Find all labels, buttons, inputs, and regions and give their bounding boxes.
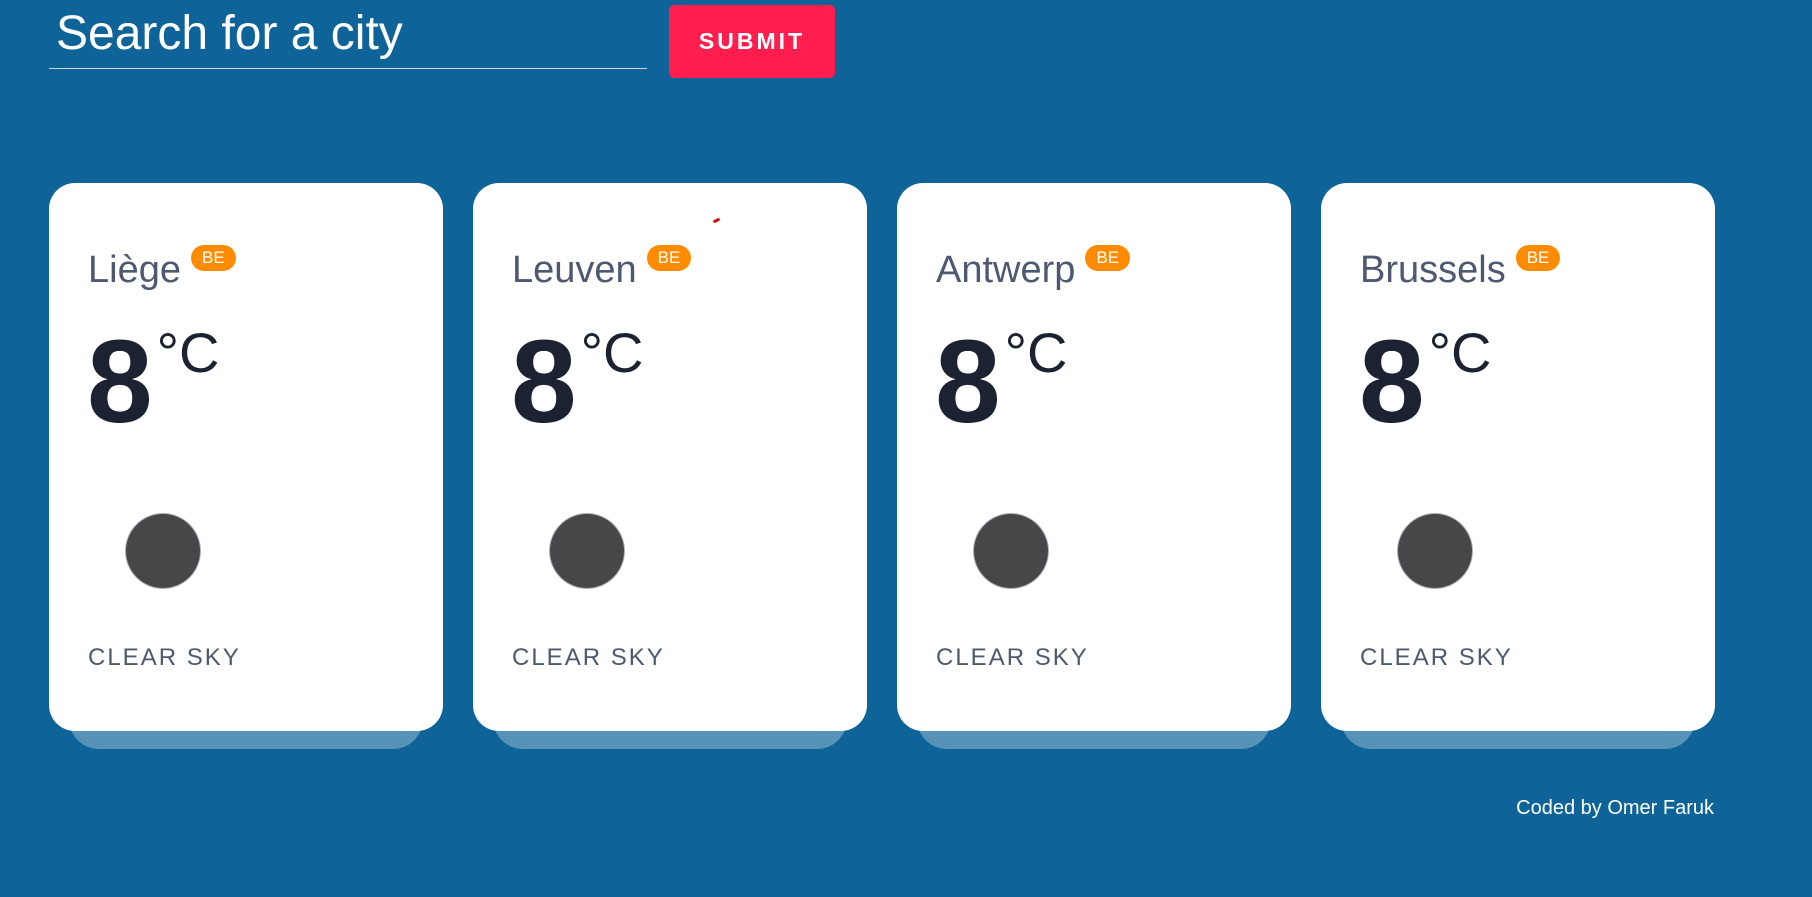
country-badge: BE [646, 245, 692, 271]
submit-button[interactable]: SUBMIT [669, 5, 835, 78]
country-badge: BE [1515, 245, 1561, 271]
temperature-value: 8 [1359, 316, 1425, 448]
city-header: Leuven BE [512, 245, 692, 291]
city-card: Antwerp BE 8 °C CLEAR SKY [897, 183, 1291, 749]
clear-sky-icon [126, 514, 200, 588]
temperature-unit: °C [1004, 321, 1068, 384]
city-header: Antwerp BE [936, 245, 1131, 291]
card-body: Antwerp BE 8 °C CLEAR SKY [897, 183, 1291, 731]
temperature: 8 °C [935, 323, 1067, 441]
country-badge: BE [1085, 245, 1131, 271]
temperature-unit: °C [1428, 321, 1492, 384]
city-cards-list: Liège BE 8 °C CLEAR SKY Leuven BE 8 °C C… [49, 183, 1715, 749]
city-name: Brussels [1360, 249, 1506, 291]
search-input[interactable] [49, 5, 647, 69]
city-card: Leuven BE 8 °C CLEAR SKY [473, 183, 867, 749]
search-form: SUBMIT [49, 5, 835, 78]
footer-credit: Coded by Omer Faruk [1516, 797, 1714, 819]
card-body: Leuven BE 8 °C CLEAR SKY [473, 183, 867, 731]
clear-sky-icon [974, 514, 1048, 588]
city-card: Liège BE 8 °C CLEAR SKY [49, 183, 443, 749]
weather-description: CLEAR SKY [1360, 644, 1513, 671]
city-header: Liège BE [88, 245, 236, 289]
city-card: Brussels BE 8 °C CLEAR SKY [1321, 183, 1715, 749]
city-header: Brussels BE [1360, 245, 1561, 291]
temperature: 8 °C [1359, 323, 1491, 441]
weather-description: CLEAR SKY [936, 644, 1089, 671]
weather-description: CLEAR SKY [88, 644, 241, 671]
city-name: Leuven [512, 249, 637, 291]
city-name: Liège [88, 249, 181, 291]
temperature-value: 8 [511, 316, 577, 448]
temperature: 8 °C [87, 323, 219, 441]
card-body: Liège BE 8 °C CLEAR SKY [49, 183, 443, 731]
country-badge: BE [190, 245, 236, 271]
temperature-unit: °C [580, 321, 644, 384]
city-name: Antwerp [936, 249, 1076, 291]
clear-sky-icon [550, 514, 624, 588]
temperature-value: 8 [935, 316, 1001, 448]
temperature-value: 8 [87, 316, 153, 448]
temperature-unit: °C [156, 321, 220, 384]
weather-description: CLEAR SKY [512, 644, 665, 671]
card-body: Brussels BE 8 °C CLEAR SKY [1321, 183, 1715, 731]
clear-sky-icon [1398, 514, 1472, 588]
temperature: 8 °C [511, 323, 643, 441]
